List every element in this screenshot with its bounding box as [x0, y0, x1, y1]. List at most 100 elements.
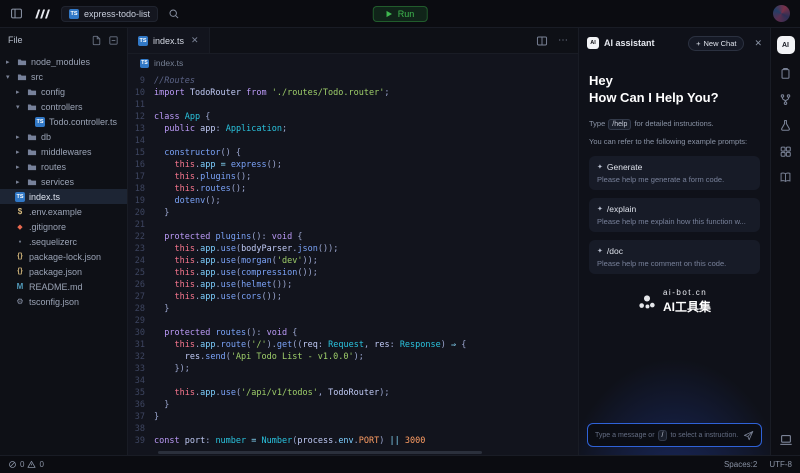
tree-file-package.json[interactable]: {}package.json [0, 264, 127, 279]
typescript-icon: TS [140, 59, 149, 68]
indentation-indicator[interactable]: Spaces:2 [724, 460, 757, 469]
line-number: 33 [128, 363, 154, 375]
code-line: 17 this.plugins(); [128, 171, 578, 183]
line-number: 28 [128, 303, 154, 315]
code-line: 13 public app: Application; [128, 123, 578, 135]
new-chat-button[interactable]: + New Chat [688, 36, 744, 51]
encoding-indicator[interactable]: UTF-8 [769, 460, 792, 469]
line-number: 10 [128, 87, 154, 99]
breadcrumb[interactable]: TS index.ts [128, 54, 578, 72]
chevron-right-icon: ▸ [16, 178, 23, 186]
tree-file-index.ts[interactable]: TSindex.ts [0, 189, 127, 204]
grid-icon[interactable] [779, 145, 792, 158]
tree-folder-routes[interactable]: ▸routes [0, 159, 127, 174]
line-number: 29 [128, 315, 154, 327]
search-icon[interactable] [168, 8, 180, 20]
book-icon[interactable] [779, 171, 792, 184]
git-branch-icon[interactable] [779, 93, 792, 106]
json-icon: {} [15, 253, 25, 260]
markdown-icon: M [15, 282, 25, 291]
tree-folder-services[interactable]: ▸services [0, 174, 127, 189]
tree-file-.sequelizerc[interactable]: ●.sequelizerc [0, 234, 127, 249]
code-area[interactable]: 9//Routes10import TodoRouter from './rou… [128, 72, 578, 455]
file-name: tsconfig.json [29, 297, 79, 307]
breadcrumb-file: index.ts [154, 58, 183, 68]
prompt-title: /explain [607, 204, 636, 214]
ai-assistant-tab[interactable]: AI [777, 36, 795, 54]
file-tree: ▸node_modules▾src▸config▾controllersTSTo… [0, 54, 127, 309]
tab-index-ts[interactable]: TS index.ts ✕ [128, 28, 210, 53]
tree-file-package-lock.json[interactable]: {}package-lock.json [0, 249, 127, 264]
project-switcher[interactable]: TS express-todo-list [61, 6, 158, 22]
avatar[interactable] [773, 5, 790, 22]
problems-indicator[interactable]: 0 0 [8, 460, 44, 469]
code-line: 31 this.app.route('/').get((req: Request… [128, 339, 578, 351]
greeting-line: Hey [589, 72, 760, 89]
folder-icon [27, 102, 37, 112]
play-icon [386, 10, 393, 18]
prompt-card[interactable]: ✦/docPlease help me comment on this code… [589, 240, 760, 274]
tree-file-README.md[interactable]: MREADME.md [0, 279, 127, 294]
file-name: .gitignore [29, 222, 66, 232]
watermark-domain: ai-bot.cn [663, 288, 711, 297]
code-line: 30 protected routes(): void { [128, 327, 578, 339]
explorer-header: File [0, 28, 127, 52]
split-editor-icon[interactable] [536, 35, 548, 47]
aibot-logo [638, 294, 656, 310]
tree-folder-node_modules[interactable]: ▸node_modules [0, 54, 127, 69]
folder-icon [17, 57, 27, 67]
tree-folder-src[interactable]: ▾src [0, 69, 127, 84]
collapse-all-icon[interactable] [108, 35, 119, 46]
tree-file-.gitignore[interactable]: ◆.gitignore [0, 219, 127, 234]
tree-file-Todo.controller.ts[interactable]: TSTodo.controller.ts [0, 114, 127, 129]
tab-label: index.ts [153, 36, 184, 46]
line-number: 30 [128, 327, 154, 339]
folder-icon [27, 162, 37, 172]
code-line: 9//Routes [128, 75, 578, 87]
laptop-icon[interactable] [779, 433, 793, 447]
close-icon[interactable]: ✕ [754, 38, 762, 49]
ai-greeting: Hey How Can I Help You? [589, 72, 760, 106]
folder-icon [27, 87, 37, 97]
code-line: 14 [128, 135, 578, 147]
code-line: 34 [128, 375, 578, 387]
close-icon[interactable]: ✕ [191, 35, 199, 46]
horizontal-scrollbar[interactable] [158, 451, 482, 454]
line-number: 13 [128, 123, 154, 135]
new-chat-label: New Chat [704, 39, 737, 48]
tree-file-.env.example[interactable]: $.env.example [0, 204, 127, 219]
tree-file-tsconfig.json[interactable]: ⚙tsconfig.json [0, 294, 127, 309]
prompt-card[interactable]: ✦/explainPlease help me explain how this… [589, 198, 760, 232]
more-icon[interactable]: ⋯ [558, 35, 568, 46]
send-icon[interactable] [743, 430, 754, 441]
prompt-title: /doc [607, 246, 623, 256]
code-line: 22 protected plugins(): void { [128, 231, 578, 243]
line-number: 21 [128, 219, 154, 231]
tree-folder-middlewares[interactable]: ▸middlewares [0, 144, 127, 159]
line-number: 14 [128, 135, 154, 147]
code-line: 25 this.app.use(compression()); [128, 267, 578, 279]
file-name: routes [41, 162, 66, 172]
warning-count: 0 [39, 460, 43, 469]
line-number: 24 [128, 255, 154, 267]
file-name: index.ts [29, 192, 60, 202]
line-number: 34 [128, 375, 154, 387]
typescript-icon: TS [35, 117, 45, 127]
code-line: 23 this.app.use(bodyParser.json()); [128, 243, 578, 255]
prompt-card[interactable]: ✦GeneratePlease help me generate a form … [589, 156, 760, 190]
new-file-icon[interactable] [91, 35, 102, 46]
file-explorer: File ▸node_modules▾src▸config▾controller… [0, 28, 128, 455]
editor: TS index.ts ✕ ⋯ TS index.ts 9//Routes10i… [128, 28, 578, 455]
tree-folder-controllers[interactable]: ▾controllers [0, 99, 127, 114]
ai-panel-body: Hey How Can I Help You? Type/helpfor det… [579, 58, 770, 455]
folder-icon [27, 147, 37, 157]
status-bar: 0 0 Spaces:2 UTF-8 [0, 455, 800, 473]
run-button[interactable]: Run [373, 6, 428, 22]
tree-folder-config[interactable]: ▸config [0, 84, 127, 99]
sidebar-toggle-icon[interactable] [10, 7, 23, 20]
tabbar: TS index.ts ✕ ⋯ [128, 28, 578, 54]
clipboard-icon[interactable] [779, 67, 792, 80]
chat-input[interactable]: Type a message or/to select a instructio… [587, 423, 762, 447]
flask-icon[interactable] [779, 119, 792, 132]
tree-folder-db[interactable]: ▸db [0, 129, 127, 144]
